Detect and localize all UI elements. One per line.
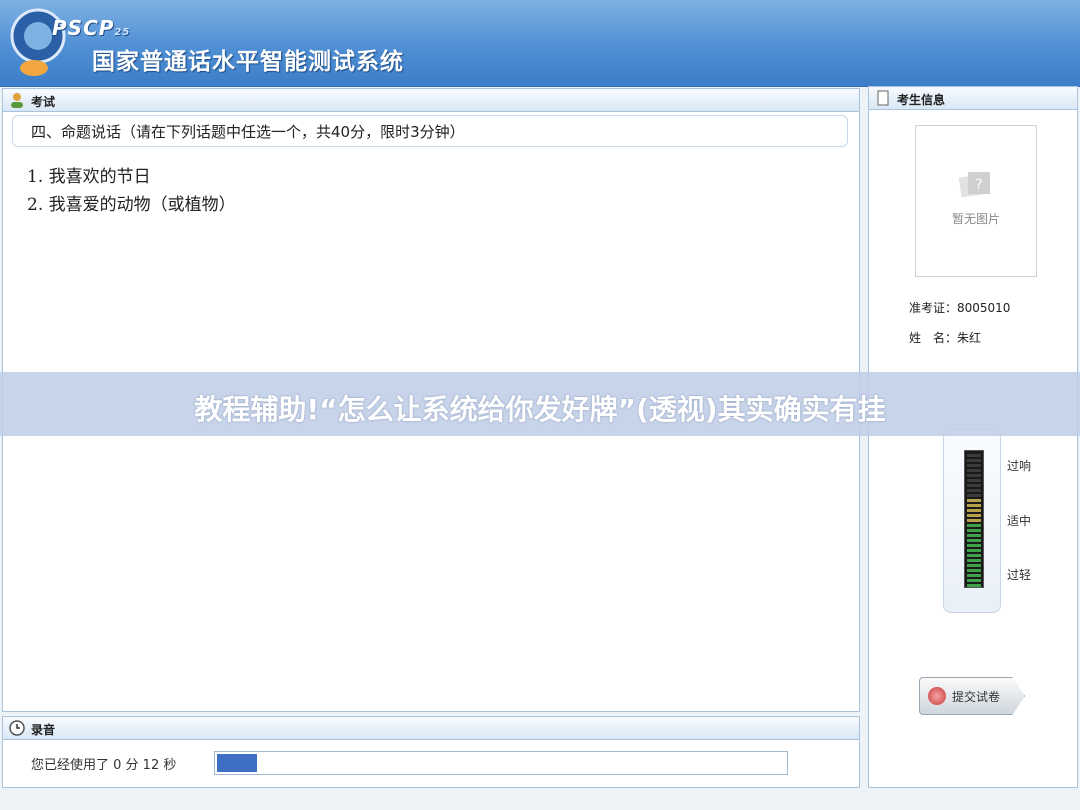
meter-segment	[967, 569, 981, 572]
meter-segment	[967, 524, 981, 527]
meter-segment	[967, 494, 981, 497]
logo-headphone-icon	[10, 8, 66, 76]
meter-segment	[967, 514, 981, 517]
exam-id: 准考证：8005010	[909, 301, 1011, 315]
meter-segment	[967, 549, 981, 552]
candidate-name: 姓 名：朱红	[909, 331, 982, 345]
meter-segment	[967, 499, 981, 502]
meter-segment	[967, 564, 981, 567]
meter-segment	[967, 464, 981, 467]
topic-item: 2. 我喜爱的动物（或植物）	[27, 195, 236, 215]
banner-text: 教程辅助!“怎么让系统给你发好牌”(透视)其实确实有挂	[194, 393, 886, 426]
volume-label-loud: 过响	[1007, 459, 1032, 473]
submit-icon	[928, 687, 946, 705]
volume-label-quiet: 过轻	[1007, 568, 1032, 582]
document-icon	[877, 90, 889, 106]
app-title: 国家普通话水平智能测试系统	[92, 49, 404, 75]
submit-label: 提交试卷	[952, 690, 1001, 704]
meter-segment	[967, 474, 981, 477]
meter-segment	[967, 484, 981, 487]
meter-segment	[967, 459, 981, 462]
meter-segment	[967, 489, 981, 492]
topic-list: 1. 我喜欢的节日 2. 我喜爱的动物（或植物）	[27, 163, 236, 219]
photo-placeholder-text: 暂无图片	[951, 212, 1000, 226]
user-icon	[11, 93, 23, 108]
meter-segment	[967, 454, 981, 457]
meter-segment	[967, 554, 981, 557]
time-used-text: 您已经使用了 0 分 12 秒	[31, 758, 177, 773]
candidate-panel-header: 考生信息	[869, 87, 1077, 110]
meter-segment	[967, 519, 981, 522]
exam-panel-title: 考试	[31, 95, 56, 109]
meter-segment	[967, 574, 981, 577]
meter-segment	[967, 469, 981, 472]
record-panel: 录音 您已经使用了 0 分 12 秒	[2, 716, 860, 788]
topic-instruction: 四、命题说话（请在下列话题中任选一个，共40分，限时3分钟）	[12, 115, 848, 147]
meter-segment	[967, 584, 981, 587]
topic-text: 四、命题说话（请在下列话题中任选一个，共40分，限时3分钟）	[31, 123, 465, 141]
meter-segment	[967, 544, 981, 547]
progress-fill	[217, 754, 258, 772]
meter-segment	[967, 534, 981, 537]
clock-icon	[9, 720, 25, 736]
svg-text:?: ?	[975, 177, 982, 193]
candidate-photo: ? 暂无图片	[915, 125, 1037, 277]
candidate-info-panel: 考生信息 ? 暂无图片 准考证：8005010 姓 名：朱红 过响 适中 过轻 …	[868, 86, 1078, 788]
volume-label-medium: 适中	[1007, 514, 1032, 528]
meter-segment	[967, 539, 981, 542]
meter-segment	[967, 509, 981, 512]
submit-exam-button[interactable]: 提交试卷	[919, 677, 1025, 715]
meter-segment	[967, 479, 981, 482]
meter-segment	[967, 504, 981, 507]
meter-segment	[967, 579, 981, 582]
record-panel-title: 录音	[31, 723, 56, 737]
logo: PSCP25	[52, 16, 131, 40]
app-header: PSCP25 国家普通话水平智能测试系统	[0, 0, 1080, 87]
overlay-banner: 教程辅助!“怎么让系统给你发好牌”(透视)其实确实有挂	[0, 372, 1080, 436]
volume-meter	[943, 429, 1001, 613]
meter-segment	[967, 529, 981, 532]
candidate-panel-title: 考生信息	[897, 93, 946, 107]
image-placeholder-icon: ?	[958, 172, 990, 198]
meter-segment	[967, 559, 981, 562]
volume-meter-bar	[964, 450, 984, 588]
exam-panel-header: 考试	[3, 89, 859, 112]
record-panel-header: 录音	[3, 717, 859, 740]
topic-item: 1. 我喜欢的节日	[27, 167, 151, 187]
recording-progress-bar	[214, 751, 788, 775]
